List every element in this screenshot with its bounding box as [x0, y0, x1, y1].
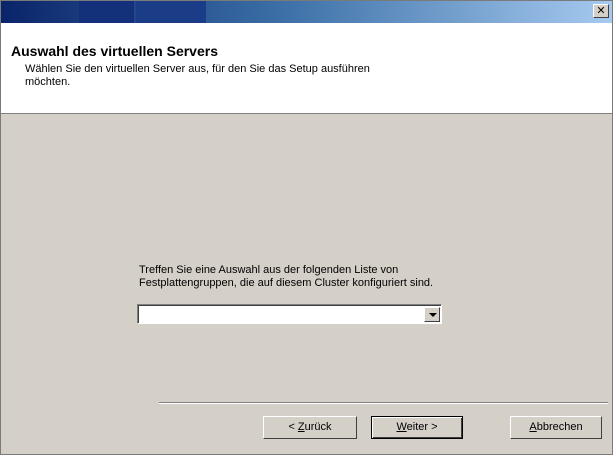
title-bar-segment — [136, 1, 206, 23]
instruction-text: Treffen Sie eine Auswahl aus der folgend… — [139, 264, 434, 289]
cancel-button-label: bbrechen — [536, 421, 583, 433]
back-button-label: urück — [304, 421, 332, 433]
next-button-label: eiter > — [406, 421, 438, 433]
back-button-mnemonic: Z — [297, 421, 305, 433]
setup-dialog: ✕ Auswahl des virtuellen Servers Wählen … — [0, 0, 613, 455]
cancel-button[interactable]: Abbrechen — [510, 416, 602, 439]
button-divider — [159, 402, 608, 404]
title-bar-segment — [79, 1, 134, 23]
wizard-header: Auswahl des virtuellen Servers Wählen Si… — [1, 23, 612, 114]
next-button[interactable]: Weiter > — [371, 416, 463, 439]
back-button[interactable]: < Zurück — [263, 416, 357, 439]
back-button-prefix: < — [288, 421, 298, 433]
disk-group-select-field[interactable] — [138, 305, 441, 323]
cancel-button-mnemonic: A — [529, 421, 537, 433]
chevron-down-icon[interactable] — [424, 307, 440, 322]
wizard-body: Treffen Sie eine Auswahl aus der folgend… — [1, 114, 612, 454]
disk-group-select[interactable] — [137, 304, 442, 324]
close-icon: ✕ — [596, 4, 606, 17]
page-title: Auswahl des virtuellen Servers — [11, 43, 218, 59]
close-button[interactable]: ✕ — [593, 4, 609, 18]
next-button-mnemonic: W — [396, 421, 407, 433]
title-bar[interactable]: ✕ — [1, 1, 612, 23]
page-subtitle: Wählen Sie den virtuellen Server aus, fü… — [25, 63, 370, 88]
